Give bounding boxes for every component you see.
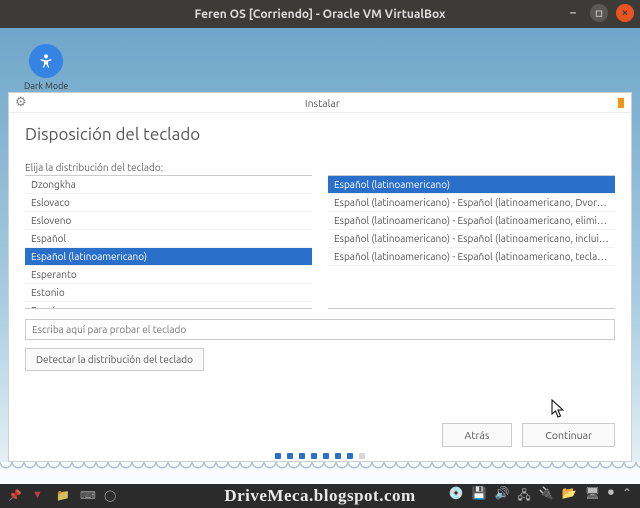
page-dot [299, 453, 305, 459]
page-subtitle: Elija la distribución del teclado: [25, 162, 615, 173]
shared-folder-icon[interactable]: 📂 [562, 486, 577, 507]
continue-button[interactable]: Continuar [522, 423, 615, 447]
detect-layout-button[interactable]: Detectar la distribución del teclado [25, 348, 204, 371]
decorative-wave [0, 462, 640, 484]
recording-icon[interactable]: ⏺ [608, 486, 614, 507]
titlebar: Feren OS [Corriendo] - Oracle VM Virtual… [0, 0, 640, 28]
list-item[interactable]: Español (latinoamericano) - Español (lat… [328, 230, 615, 248]
page-indicator [9, 453, 631, 459]
page-dot [347, 453, 353, 459]
list-item[interactable]: Español (latinoamericano) [25, 248, 312, 266]
nav-buttons: Atrás Continuar [25, 419, 615, 453]
dark-mode-label: Dark Mode [24, 81, 68, 91]
maximize-button[interactable]: ◻ [590, 4, 608, 22]
keyboard-layout-list[interactable]: DzongkhaEslovacoEslovenoEspañolEspañol (… [25, 175, 312, 309]
list-item[interactable]: Español (latinoamericano) - Español (lat… [328, 248, 615, 266]
installer-titlebar: ⚙ Instalar [9, 93, 631, 113]
terminal-icon[interactable]: ⌨ [80, 489, 94, 503]
minimize-button[interactable]: – [564, 4, 582, 22]
window-decoration [618, 98, 624, 108]
circle-icon[interactable]: ◯ [104, 489, 118, 503]
pin-icon[interactable]: 📌 [8, 489, 22, 503]
virtualbox-window: Feren OS [Corriendo] - Oracle VM Virtual… [0, 0, 640, 508]
list-item[interactable]: Español (latinoamericano) [328, 176, 615, 194]
usb-icon[interactable]: 🔌 [539, 486, 554, 507]
cursor-icon [551, 399, 567, 419]
virtualbox-statusbar: DriveMeca.blogspot.com 📌 ▼ 📁 ⌨ ◯ 💿 💾 🔊 🖧… [0, 484, 640, 508]
list-item[interactable]: Español (latinoamericano) - Español (lat… [328, 194, 615, 212]
list-item[interactable]: Dzongkha [25, 176, 312, 194]
list-item[interactable]: Eslovaco [25, 194, 312, 212]
shield-icon[interactable]: ▼ [32, 489, 46, 503]
list-item[interactable]: Español [25, 230, 312, 248]
audio-icon[interactable]: 🔊 [494, 486, 509, 507]
keyboard-test-input[interactable] [25, 319, 615, 340]
page-dot [323, 453, 329, 459]
window-title: Feren OS [Corriendo] - Oracle VM Virtual… [194, 8, 445, 21]
display-icon[interactable]: 🖥 [585, 486, 600, 507]
page-dot [359, 453, 365, 459]
close-button[interactable]: × [616, 4, 634, 22]
page-dot [335, 453, 341, 459]
installer-title: Instalar [27, 97, 618, 109]
page-dot [311, 453, 317, 459]
installer-window: ⚙ Instalar Disposición del teclado Elija… [8, 92, 632, 462]
accessibility-icon [29, 44, 63, 78]
page-dot [287, 453, 293, 459]
hard-disk-icon[interactable]: 💾 [471, 486, 486, 507]
window-controls: – ◻ × [556, 4, 634, 22]
folder-icon[interactable]: 📁 [56, 489, 70, 503]
list-item[interactable]: Estonio [25, 284, 312, 302]
vm-desktop: Dark Mode ⚙ Instalar Disposición del tec… [0, 28, 640, 484]
list-item[interactable]: Esperanto [25, 266, 312, 284]
keyboard-variant-list[interactable]: Español (latinoamericano)Español (latino… [328, 175, 615, 309]
page-dot [275, 453, 281, 459]
dark-mode-launcher[interactable]: Dark Mode [24, 44, 68, 91]
list-item[interactable]: Faroés [25, 302, 312, 309]
network-icon[interactable]: 🖧 [517, 486, 530, 507]
host-key-icon[interactable]: ⌃ [622, 486, 632, 507]
gear-icon[interactable]: ⚙ [15, 95, 27, 110]
list-item[interactable]: Esloveno [25, 212, 312, 230]
optical-drive-icon[interactable]: 💿 [449, 486, 464, 507]
installer-body: Disposición del teclado Elija la distrib… [9, 113, 631, 461]
page-heading: Disposición del teclado [25, 125, 615, 144]
list-item[interactable]: Español (latinoamericano) - Español (lat… [328, 212, 615, 230]
back-button[interactable]: Atrás [442, 423, 513, 447]
